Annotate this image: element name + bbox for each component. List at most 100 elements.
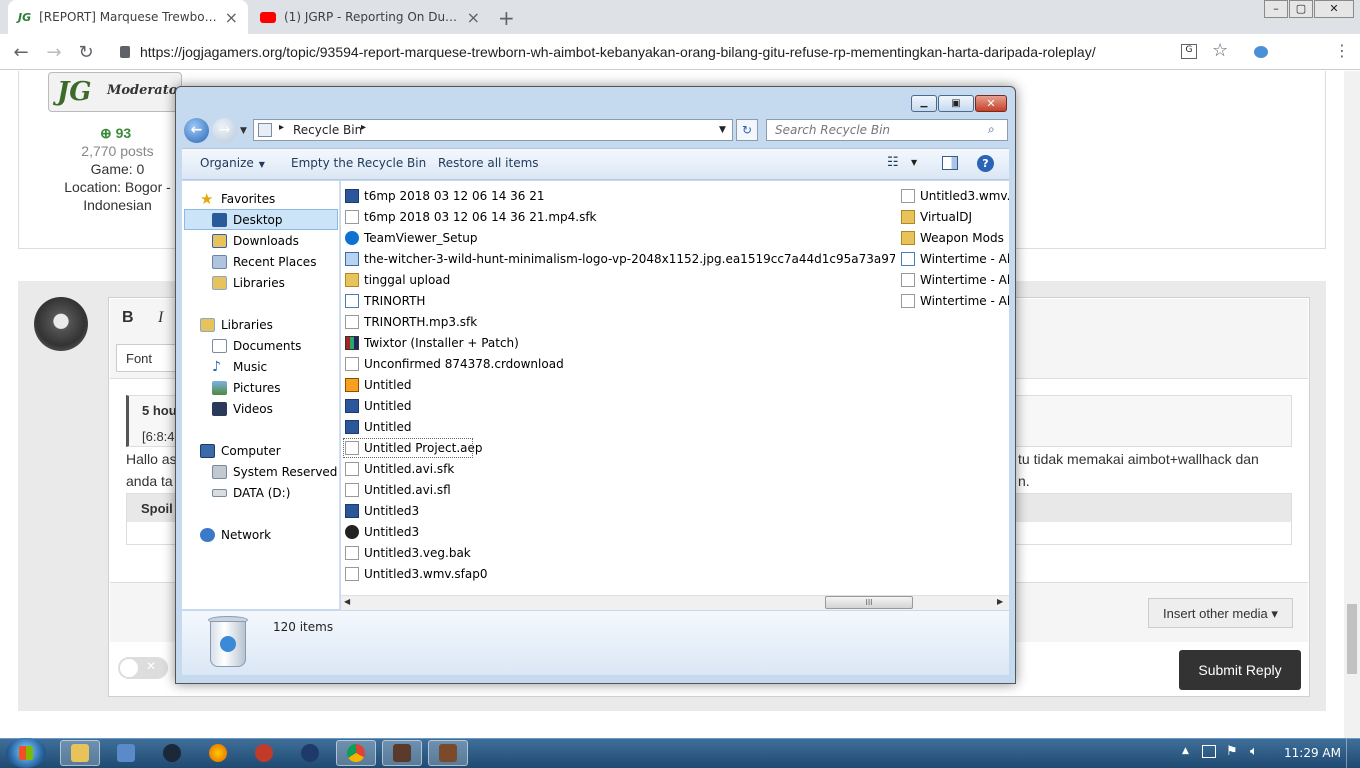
file-item[interactable]: t6mp 2018 03 12 06 14 36 21.mp4.sfk (345, 206, 895, 227)
search-icon[interactable]: ⌕ (988, 122, 995, 137)
menu-icon[interactable]: ⋮ (1334, 41, 1350, 60)
file-item[interactable]: TeamViewer_Setup (345, 227, 895, 248)
volume-icon[interactable]: 🔈︎ (1250, 744, 1258, 759)
file-item[interactable]: Untitled.avi.sfl (345, 479, 895, 500)
taskbar-control-panel-button[interactable] (106, 740, 146, 766)
maximize-button[interactable]: ▣ (938, 95, 974, 112)
new-tab-button[interactable]: + (498, 6, 515, 30)
file-item[interactable]: Wintertime - All T (901, 290, 1009, 311)
clock[interactable]: 11:29 AM (1284, 746, 1341, 760)
breadcrumb-separator-icon[interactable]: ▸ (279, 122, 284, 133)
font-dropdown[interactable]: Font (116, 344, 176, 372)
file-item[interactable]: Wintertime - All T (901, 248, 1009, 269)
start-button[interactable] (6, 738, 46, 768)
url-bar[interactable]: https://jogjagamers.org/topic/93594-repo… (140, 44, 1096, 60)
file-item[interactable]: Untitled3.wmv.sfap0 (345, 563, 895, 584)
tab-report[interactable]: JG [REPORT] Marquese Trewborn (W × (8, 0, 248, 34)
insert-media-button[interactable]: Insert other media ▾ (1148, 598, 1293, 628)
scroll-left-icon[interactable]: ◀ (344, 597, 350, 606)
reload-icon[interactable]: ↻ (75, 42, 97, 63)
close-window-button[interactable]: ✕ (975, 95, 1007, 112)
nav-downloads[interactable]: Downloads (212, 230, 299, 251)
star-icon[interactable]: ☆ (1212, 40, 1228, 61)
view-icon[interactable]: ☷ (887, 155, 899, 170)
organize-button[interactable]: Organize ▼ (200, 156, 265, 170)
translate-icon[interactable]: G (1181, 44, 1197, 59)
nav-recent-places[interactable]: Recent Places (212, 251, 316, 272)
file-item[interactable]: TRINORTH (345, 290, 895, 311)
extension-icon[interactable] (1254, 46, 1268, 58)
restore-all-button[interactable]: Restore all items (438, 156, 539, 170)
taskbar-explorer-button[interactable] (60, 740, 100, 766)
flag-icon[interactable]: ⚑ (1226, 744, 1238, 759)
refresh-icon[interactable]: ↻ (736, 119, 758, 141)
history-dropdown-icon[interactable]: ▼ (240, 126, 247, 136)
nav-favorites[interactable]: ★ Favorites (200, 188, 275, 209)
taskbar-chrome-button[interactable] (336, 740, 376, 766)
nav-libraries-favorite[interactable]: Libraries (212, 272, 285, 293)
taskbar-firefox-button[interactable] (198, 740, 238, 766)
address-dropdown-icon[interactable]: ▼ (719, 125, 726, 135)
nav-documents[interactable]: Documents (212, 335, 301, 356)
preview-pane-icon[interactable] (942, 156, 958, 170)
breadcrumb-chevron-icon[interactable]: ▸ (361, 122, 366, 133)
network-tray-icon[interactable] (1202, 745, 1216, 758)
nav-network[interactable]: Network (200, 524, 271, 545)
file-item[interactable]: the-witcher-3-wild-hunt-minimalism-logo-… (345, 248, 895, 269)
nav-data-d[interactable]: DATA (D:) (212, 482, 290, 503)
taskbar-game-button[interactable] (382, 740, 422, 766)
forward-icon[interactable]: → (212, 118, 237, 143)
file-item[interactable]: Untitled (345, 374, 895, 395)
file-item[interactable]: Untitled (345, 416, 895, 437)
nav-libraries[interactable]: Libraries (200, 314, 273, 335)
file-item[interactable]: Untitled.avi.sfk (345, 458, 895, 479)
show-desktop-button[interactable] (1346, 739, 1360, 768)
file-item[interactable]: tinggal upload (345, 269, 895, 290)
file-item[interactable]: Untitled3.veg.bak (345, 542, 895, 563)
bold-button[interactable]: B (122, 309, 134, 327)
file-item[interactable]: Wintertime - All T (901, 269, 1009, 290)
taskbar-steam-button[interactable] (152, 740, 192, 766)
page-scroll-thumb[interactable] (1347, 604, 1357, 674)
back-icon[interactable]: ← (10, 42, 32, 63)
nav-desktop[interactable]: Desktop (212, 209, 283, 230)
close-icon[interactable]: × (467, 8, 480, 27)
file-item[interactable]: VirtualDJ (901, 206, 1009, 227)
breadcrumb[interactable]: Recycle Bin (293, 123, 362, 137)
forward-icon[interactable]: → (43, 42, 65, 63)
nav-computer[interactable]: Computer (200, 440, 281, 461)
scroll-thumb[interactable]: III (825, 596, 913, 609)
nav-music[interactable]: ♪ Music (212, 356, 267, 377)
scroll-right-icon[interactable]: ▶ (997, 597, 1003, 606)
notify-toggle[interactable]: ✕ (118, 657, 168, 679)
close-window-button[interactable]: ✕ (1314, 0, 1354, 18)
file-item[interactable]: Twixtor (Installer + Patch) (345, 332, 895, 353)
tab-youtube[interactable]: (1) JGRP - Reporting On Duty #1 × (250, 0, 490, 34)
search-input[interactable]: Search Recycle Bin (766, 119, 1008, 141)
view-dropdown-icon[interactable]: ▼ (911, 158, 917, 167)
nav-system-reserved[interactable]: System Reserved (C: (212, 461, 358, 482)
file-item[interactable]: Untitled3 (345, 521, 895, 542)
minimize-button[interactable]: ▁ (911, 95, 937, 112)
file-item[interactable]: t6mp 2018 03 12 06 14 36 21 (345, 185, 895, 206)
nav-pictures[interactable]: Pictures (212, 377, 281, 398)
taskbar-game2-button[interactable] (428, 740, 468, 766)
italic-button[interactable]: I (158, 309, 163, 327)
taskbar-app-button[interactable] (244, 740, 284, 766)
file-item[interactable]: Untitled (345, 395, 895, 416)
nav-videos[interactable]: Videos (212, 398, 273, 419)
minimize-button[interactable]: – (1264, 0, 1288, 18)
file-item[interactable]: Untitled3.wmv.sfk (901, 185, 1009, 206)
file-item[interactable]: Weapon Mods (901, 227, 1009, 248)
taskbar-media-button[interactable] (290, 740, 330, 766)
maximize-button[interactable]: ▢ (1289, 0, 1313, 18)
close-icon[interactable]: × (225, 8, 238, 27)
back-icon[interactable]: ← (184, 118, 209, 143)
file-item[interactable]: TRINORTH.mp3.sfk (345, 311, 895, 332)
help-icon[interactable]: ? (977, 155, 994, 172)
file-item[interactable]: Untitled3 (345, 500, 895, 521)
show-hidden-icons-icon[interactable]: ▲ (1182, 746, 1189, 756)
empty-recycle-bin-button[interactable]: Empty the Recycle Bin (291, 156, 426, 170)
submit-reply-button[interactable]: Submit Reply (1179, 650, 1301, 690)
file-item[interactable]: Unconfirmed 874378.crdownload (345, 353, 895, 374)
